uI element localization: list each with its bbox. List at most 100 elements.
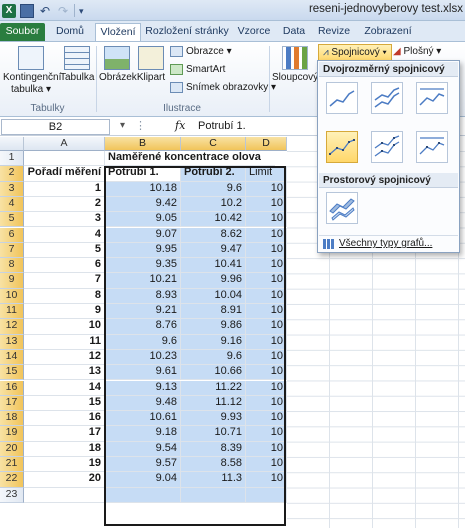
data-cell[interactable]: 7 [24, 273, 105, 289]
title-cell[interactable]: Naměřené koncentrace olova [105, 151, 275, 167]
data-cell[interactable]: 10 [246, 365, 287, 381]
row-header[interactable]: 22 [0, 472, 24, 488]
data-cell[interactable]: 10 [246, 441, 287, 457]
cell[interactable] [24, 487, 105, 503]
data-cell[interactable]: 9.47 [181, 242, 246, 259]
data-cell[interactable]: 9.18 [105, 426, 181, 442]
tab-home[interactable]: Domů [48, 23, 92, 41]
tab-review[interactable]: Revize [313, 23, 355, 41]
data-cell[interactable]: 8 [24, 288, 105, 304]
row-header[interactable]: 23 [0, 487, 24, 503]
data-cell[interactable]: 9.35 [105, 258, 181, 274]
row-header[interactable]: 18 [0, 411, 24, 427]
data-cell[interactable]: 10.71 [181, 426, 246, 442]
row-header[interactable]: 1 [0, 151, 24, 167]
data-cell[interactable]: 10.23 [105, 349, 181, 366]
line-markers-chart-thumb[interactable] [326, 131, 358, 163]
data-cell[interactable]: 10.2 [181, 196, 246, 213]
clipart-button[interactable]: Klipart [136, 46, 166, 84]
data-cell[interactable]: 10 [246, 426, 287, 442]
data-cell[interactable]: 10 [246, 273, 287, 289]
data-cell[interactable]: 15 [24, 395, 105, 412]
data-cell[interactable]: 5 [24, 242, 105, 259]
row-header[interactable]: 21 [0, 457, 24, 473]
name-box-dropdown-icon[interactable]: ▾ [120, 120, 125, 131]
row-header[interactable]: 14 [0, 349, 24, 366]
data-cell[interactable]: 8.62 [181, 227, 246, 243]
tab-formulas[interactable]: Vzorce [233, 23, 275, 41]
data-cell[interactable]: 9.04 [105, 472, 181, 488]
data-cell[interactable]: 10.18 [105, 181, 181, 197]
data-cell[interactable]: 10 [246, 181, 287, 197]
data-cell[interactable]: 10.41 [181, 258, 246, 274]
redo-icon[interactable]: ↷ [56, 4, 70, 18]
row-header[interactable]: 13 [0, 334, 24, 350]
picture-button[interactable]: Obrázek [99, 46, 137, 84]
header-cell[interactable]: Limit [246, 166, 287, 182]
all-chart-types-link[interactable]: Všechny typy grafů... [319, 235, 458, 252]
data-cell[interactable]: 8.93 [105, 288, 181, 304]
data-cell[interactable]: 1 [24, 181, 105, 197]
percent-stacked-line-markers-chart-thumb[interactable] [416, 131, 448, 163]
column-header-a[interactable]: A [24, 137, 105, 151]
save-icon[interactable] [20, 3, 34, 18]
data-cell[interactable]: 10 [246, 288, 287, 304]
3d-line-chart-thumb[interactable] [326, 192, 358, 224]
data-cell[interactable]: 10 [246, 349, 287, 366]
data-cell[interactable]: 10 [246, 212, 287, 228]
data-cell[interactable]: 10 [246, 411, 287, 427]
header-cell[interactable]: Potrubí 2. [181, 166, 246, 182]
cell[interactable] [24, 151, 105, 167]
data-cell[interactable]: 10 [246, 319, 287, 335]
shapes-button[interactable]: Obrazce ▾ [170, 46, 232, 57]
data-cell[interactable]: 9.21 [105, 304, 181, 320]
data-cell[interactable]: 10.42 [181, 212, 246, 228]
data-cell[interactable]: 4 [24, 227, 105, 243]
data-cell[interactable]: 9.42 [105, 196, 181, 213]
tab-page-layout[interactable]: Rozložení stránky [144, 23, 230, 41]
row-header[interactable]: 7 [0, 242, 24, 259]
data-cell[interactable]: 19 [24, 457, 105, 473]
data-cell[interactable]: 20 [24, 472, 105, 488]
data-cell[interactable]: 9.48 [105, 395, 181, 412]
data-cell[interactable]: 17 [24, 426, 105, 442]
data-cell[interactable]: 11 [24, 334, 105, 350]
data-cell[interactable]: 16 [24, 411, 105, 427]
data-cell[interactable]: 9.6 [105, 334, 181, 350]
tab-view[interactable]: Zobrazení [358, 23, 418, 41]
data-cell[interactable]: 3 [24, 212, 105, 228]
row-header[interactable]: 9 [0, 273, 24, 289]
data-cell[interactable]: 11.12 [181, 395, 246, 412]
row-header[interactable]: 4 [0, 196, 24, 213]
data-cell[interactable]: 8.76 [105, 319, 181, 335]
column-header-b[interactable]: B [105, 137, 181, 151]
data-cell[interactable]: 10 [246, 258, 287, 274]
data-cell[interactable]: 9.96 [181, 273, 246, 289]
data-cell[interactable]: 10.66 [181, 365, 246, 381]
pivot-table-button[interactable]: Kontingenční tabulka ▾ [3, 46, 61, 96]
data-cell[interactable]: 9.6 [181, 181, 246, 197]
data-cell[interactable]: 10 [246, 196, 287, 213]
column-header-d[interactable]: D [246, 137, 287, 151]
stacked-line-chart-thumb[interactable] [371, 82, 403, 114]
data-cell[interactable]: 9.54 [105, 441, 181, 457]
data-cell[interactable]: 10.04 [181, 288, 246, 304]
row-header[interactable]: 16 [0, 380, 24, 396]
stacked-line-markers-chart-thumb[interactable] [371, 131, 403, 163]
row-header[interactable]: 2 [0, 166, 24, 182]
data-cell[interactable]: 8.58 [181, 457, 246, 473]
data-cell[interactable]: 8.39 [181, 441, 246, 457]
excel-icon[interactable]: X [2, 3, 16, 18]
customize-toolbar-icon[interactable]: ▾ [79, 4, 93, 18]
data-cell[interactable]: 10 [246, 242, 287, 259]
data-cell[interactable]: 9 [24, 304, 105, 320]
data-cell[interactable]: 6 [24, 258, 105, 274]
data-cell[interactable]: 11.3 [181, 472, 246, 488]
row-header[interactable]: 6 [0, 227, 24, 243]
row-header[interactable]: 10 [0, 288, 24, 304]
row-header[interactable]: 19 [0, 426, 24, 442]
data-cell[interactable]: 12 [24, 349, 105, 366]
data-cell[interactable]: 9.93 [181, 411, 246, 427]
data-cell[interactable]: 10 [246, 227, 287, 243]
cell[interactable] [181, 487, 246, 503]
